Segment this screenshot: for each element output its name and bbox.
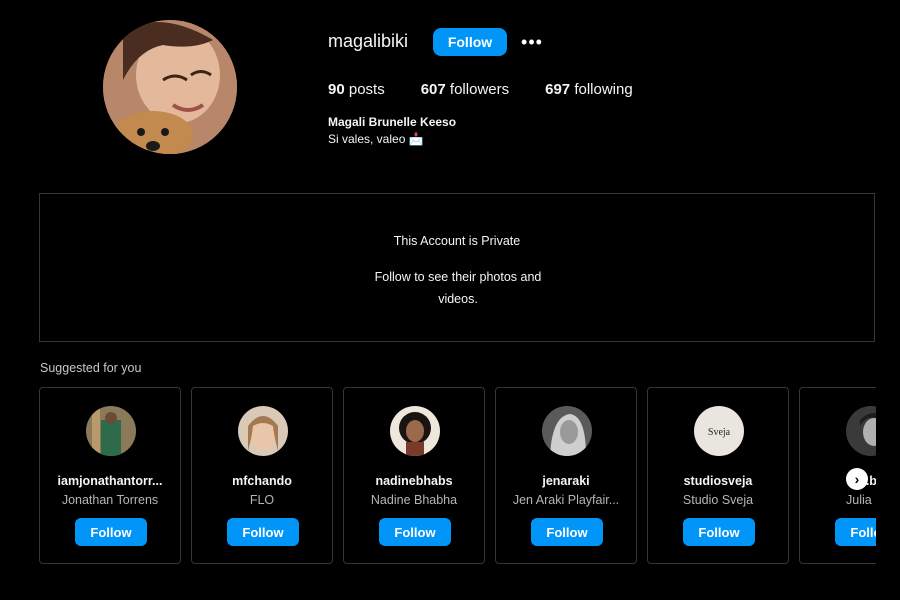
suggestion-follow-button[interactable]: Follow <box>75 518 147 546</box>
suggestion-card[interactable]: Sveja studiosveja Studio Sveja Follow <box>647 387 789 564</box>
private-title: This Account is Private <box>393 234 521 248</box>
suggested-heading: Suggested for you <box>40 361 142 375</box>
suggestion-avatar[interactable] <box>86 406 136 456</box>
profile-username: magalibiki <box>328 31 409 51</box>
suggestion-handle[interactable]: jenaraki <box>502 474 630 488</box>
suggestion-card[interactable]: mfchando FLO Follow <box>191 387 333 564</box>
follow-button[interactable]: Follow <box>433 28 507 56</box>
suggestion-handle[interactable]: nadinebhabs <box>350 474 478 488</box>
profile-full-name: Magali Brunelle Keeso <box>328 115 457 129</box>
suggestion-follow-button[interactable]: Follow <box>835 518 876 546</box>
followers-stat[interactable]: 607 followers <box>421 81 509 98</box>
following-label: following <box>574 81 633 98</box>
suggestion-name: Julia B... <box>846 493 876 507</box>
suggestion-avatar[interactable] <box>846 406 876 456</box>
suggestion-avatar[interactable] <box>542 406 592 456</box>
posts-stat: 90 posts <box>328 81 385 98</box>
suggestion-name: Studio Sveja <box>682 493 754 507</box>
suggestion-avatar[interactable]: Sveja <box>694 406 744 456</box>
more-options-icon[interactable]: ••• <box>520 28 544 56</box>
suggestion-card[interactable]: jenaraki Jen Araki Playfair... Follow <box>495 387 637 564</box>
profile-bio: Si vales, valeo 📩 <box>328 132 424 146</box>
suggestion-name: Jen Araki Playfair... <box>512 493 620 507</box>
followers-label: followers <box>449 81 510 98</box>
suggestion-card[interactable]: iamjonathantorr... Jonathan Torrens Foll… <box>39 387 181 564</box>
posts-label: posts <box>348 81 385 98</box>
suggestion-avatar[interactable] <box>238 406 288 456</box>
suggestion-handle[interactable]: mfchando <box>198 474 326 488</box>
suggestion-follow-button[interactable]: Follow <box>683 518 755 546</box>
private-subtitle: Follow to see their photos and videos. <box>374 270 542 306</box>
sveja-logo-text: Sveja <box>708 427 731 438</box>
followers-count: 607 <box>420 81 446 98</box>
suggested-carousel: iamjonathantorr... Jonathan Torrens Foll… <box>39 387 876 565</box>
suggestion-name: FLO <box>249 493 275 507</box>
suggestion-follow-button[interactable]: Follow <box>227 518 299 546</box>
chevron-right-icon[interactable]: › <box>846 468 868 490</box>
posts-count: 90 <box>328 81 345 98</box>
profile-stats: 90 posts 607 followers 697 following <box>328 81 669 98</box>
following-stat[interactable]: 697 following <box>545 81 633 98</box>
suggestion-follow-button[interactable]: Follow <box>531 518 603 546</box>
private-account-notice: This Account is Private Follow to see th… <box>39 193 875 342</box>
suggestion-card[interactable]: nadinebhabs Nadine Bhabha Follow <box>343 387 485 564</box>
suggestion-name: Nadine Bhabha <box>370 493 458 507</box>
suggestion-handle[interactable]: studiosveja <box>654 474 782 488</box>
following-count: 697 <box>545 81 571 98</box>
profile-avatar[interactable] <box>103 20 237 154</box>
suggestion-follow-button[interactable]: Follow <box>379 518 451 546</box>
suggestion-avatar[interactable] <box>390 406 440 456</box>
suggestion-handle[interactable]: iamjonathantorr... <box>46 474 174 488</box>
suggestion-name: Jonathan Torrens <box>61 493 159 507</box>
